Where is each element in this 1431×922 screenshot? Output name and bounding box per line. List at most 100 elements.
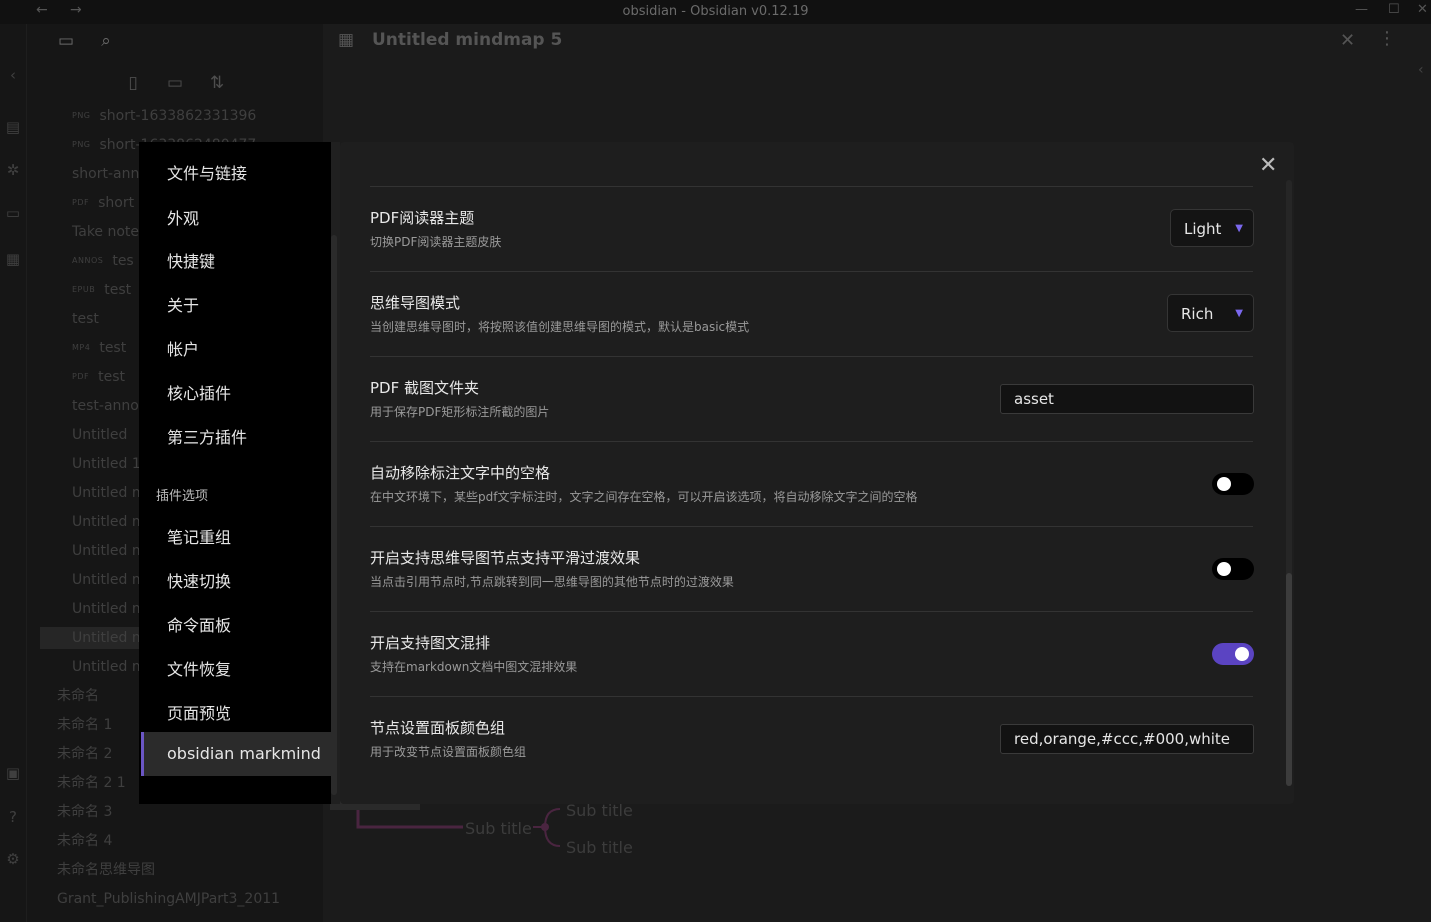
file-item[interactable]: PNG short-1633862331396 (72, 105, 256, 127)
open-quick-switcher-icon[interactable]: ▤ (4, 118, 22, 136)
graph-view-icon[interactable]: ✲ (4, 161, 22, 179)
nav-note-composer[interactable]: 笔记重组 (167, 524, 231, 548)
file-item[interactable]: MP4 test (72, 337, 126, 359)
file-item[interactable]: Untitled m (72, 540, 145, 562)
nav-obsidian-markmind[interactable]: obsidian markmind (167, 744, 321, 763)
nav-community-plugins[interactable]: 第三方插件 (167, 424, 247, 448)
pdf-theme-dropdown[interactable]: Light ▼ (1170, 209, 1254, 247)
file-item[interactable]: 未命名 2 (57, 743, 112, 765)
smooth-transition-toggle[interactable] (1212, 558, 1254, 580)
file-item[interactable]: test (72, 308, 99, 330)
file-name: 未命名 2 (57, 746, 113, 762)
file-item[interactable]: Grant_PublishingAMJPart3_2011 (57, 888, 280, 910)
file-item[interactable]: Untitled (72, 424, 127, 446)
file-name: short-1633862331396 (99, 108, 257, 124)
new-folder-icon[interactable]: ▭ (164, 72, 186, 94)
settings-scrollbar-thumb[interactable] (1286, 573, 1292, 786)
more-options-icon[interactable]: ⋮ (1378, 28, 1396, 49)
nav-command-palette[interactable]: 命令面板 (167, 612, 231, 636)
settings-gear-icon[interactable]: ⚙ (4, 850, 22, 868)
file-item[interactable]: EPUB test (72, 279, 131, 301)
nav-core-plugins[interactable]: 核心插件 (167, 380, 231, 404)
auto-remove-space-title: 自动移除标注文字中的空格 (370, 464, 551, 482)
file-name: 未命名 4 (57, 833, 113, 849)
image-text-mix-toggle[interactable] (1212, 643, 1254, 665)
file-item[interactable]: PDF short (72, 192, 134, 214)
nav-account[interactable]: 帐户 (167, 336, 199, 360)
minimize-icon[interactable]: — (1355, 2, 1368, 17)
mindmap-mode-desc: 当创建思维导图时，将按照该值创建思维导图的模式，默认是basic模式 (370, 320, 750, 334)
pdf-folder-input[interactable]: asset (1000, 384, 1254, 414)
divider (370, 441, 1253, 442)
file-item[interactable]: Untitled m (72, 598, 145, 620)
mindmap-node[interactable]: Sub title (566, 838, 633, 857)
smooth-transition-title: 开启支持思维导图节点支持平滑过渡效果 (370, 549, 641, 567)
sidebar-scrollbar[interactable] (331, 235, 337, 795)
file-name: Untitled m (72, 485, 146, 501)
mindmap-mode-value: Rich (1181, 305, 1214, 323)
nav-hotkeys[interactable]: 快捷键 (167, 248, 215, 272)
plugin-icon[interactable]: ▦ (4, 250, 22, 268)
pdf-folder-desc: 用于保存PDF矩形标注所截的图片 (370, 405, 550, 419)
file-name: Untitled m (72, 601, 146, 617)
file-name: Untitled m (72, 543, 146, 559)
file-type-badge: EPUB (72, 285, 96, 294)
close-window-icon[interactable]: ✕ (1417, 2, 1428, 17)
vault-icon[interactable]: ▣ (4, 764, 22, 782)
file-item[interactable]: 未命名 3 (57, 801, 112, 823)
templates-icon[interactable]: ▭ (4, 204, 22, 222)
mindmap-view-icon: ▦ (338, 30, 355, 50)
file-item[interactable]: ANNOS tes (72, 250, 134, 272)
file-item[interactable]: Untitled 1 (72, 453, 141, 475)
auto-remove-space-toggle[interactable] (1212, 473, 1254, 495)
mindmap-mode-dropdown[interactable]: Rich ▼ (1167, 294, 1254, 332)
file-item[interactable]: 未命名 (57, 685, 99, 707)
collapse-left-icon[interactable]: ‹ (4, 66, 22, 84)
pdf-theme-desc: 切换PDF阅读器主题皮肤 (370, 235, 502, 249)
nav-page-preview[interactable]: 页面预览 (167, 700, 231, 724)
divider (370, 356, 1253, 357)
close-tab-icon[interactable]: ✕ (1340, 30, 1355, 51)
file-item[interactable]: 未命名思维导图 (57, 859, 155, 881)
file-item[interactable]: test-anno (72, 395, 139, 417)
nav-files-links[interactable]: 文件与链接 (167, 160, 247, 184)
nav-appearance[interactable]: 外观 (167, 205, 199, 229)
file-name: short (98, 195, 135, 211)
close-icon[interactable]: ✕ (1259, 153, 1277, 178)
new-note-icon[interactable]: ▯ (122, 72, 144, 94)
folder-tab-icon[interactable]: ▭ (55, 30, 77, 52)
file-name: Untitled 1 (72, 456, 141, 472)
file-item[interactable]: 未命名 4 (57, 830, 112, 852)
file-name: Untitled m (72, 659, 146, 675)
toggle-knob (1235, 647, 1249, 661)
file-name: test (99, 340, 127, 356)
node-colors-title: 节点设置面板颜色组 (370, 719, 506, 737)
file-item[interactable]: Untitled m (72, 511, 145, 533)
window-title: obsidian - Obsidian v0.12.19 (622, 4, 809, 19)
nav-quick-switcher[interactable]: 快速切换 (167, 568, 231, 592)
plugin-options-heading: 插件选项 (156, 489, 209, 504)
file-type-badge: MP4 (72, 343, 91, 352)
file-item[interactable]: 未命名 1 (57, 714, 112, 736)
nav-about[interactable]: 关于 (167, 292, 199, 316)
file-item[interactable]: Untitled m (72, 656, 145, 678)
file-item[interactable]: Untitled m (72, 569, 145, 591)
help-icon[interactable]: ? (4, 808, 22, 826)
file-item[interactable]: 未命名 2 1 (57, 772, 126, 794)
editor-header: ▦ Untitled mindmap 5 ✕ ⋮ (330, 24, 1400, 60)
file-type-badge: PNG (72, 140, 91, 149)
maximize-icon[interactable]: ☐ (1388, 2, 1400, 17)
file-item[interactable]: PDF test (72, 366, 125, 388)
node-colors-input[interactable]: red,orange,#ccc,#000,white (1000, 724, 1254, 754)
file-item[interactable]: short-anno (72, 163, 148, 185)
mindmap-node[interactable]: Sub title (465, 819, 532, 838)
search-icon[interactable]: ⌕ (95, 30, 117, 52)
file-name: 未命名 (57, 688, 99, 704)
file-item[interactable]: Take note (72, 221, 139, 243)
sort-icon[interactable]: ⇅ (206, 72, 228, 94)
node-colors-desc: 用于改变节点设置面板颜色组 (370, 745, 527, 759)
nav-file-recovery[interactable]: 文件恢复 (167, 656, 231, 680)
collapse-right-icon[interactable]: ‹ (1418, 62, 1424, 78)
file-item[interactable]: Untitled m (72, 482, 145, 504)
file-name: Untitled (72, 427, 128, 443)
